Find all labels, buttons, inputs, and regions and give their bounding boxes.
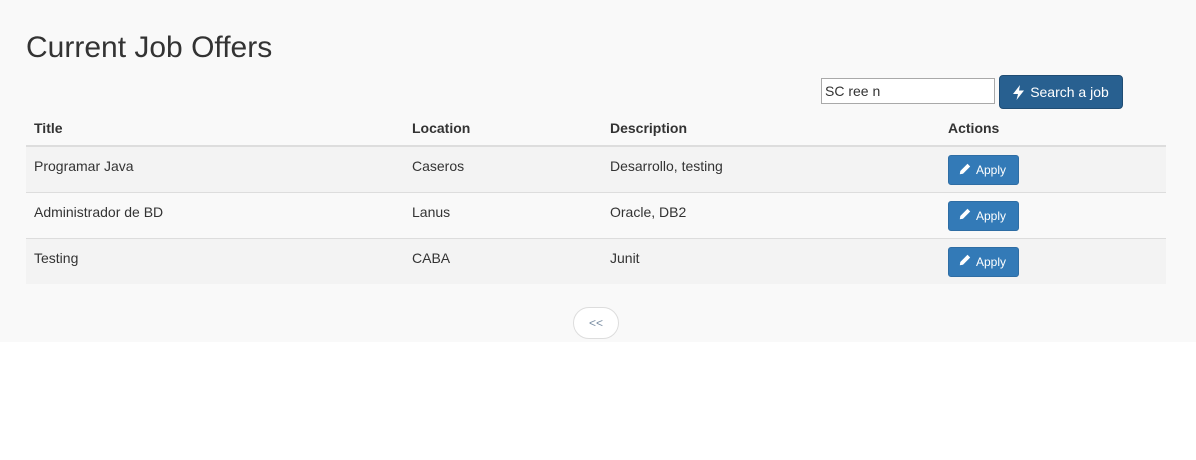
search-input[interactable]	[821, 78, 995, 104]
apply-button[interactable]: Apply	[948, 246, 1019, 277]
job-description-cell: Oracle, DB2	[602, 191, 940, 238]
job-offers-table: Title Location Description Actions Progr…	[26, 111, 1166, 284]
table-row: Administrador de BD Lanus Oracle, DB2 Ap…	[26, 191, 1166, 238]
apply-button-label: Apply	[976, 163, 1007, 177]
search-button-label: Search a job	[1030, 84, 1109, 100]
column-header-description: Description	[602, 111, 940, 147]
pagination-previous-button[interactable]: <<	[573, 307, 619, 339]
job-location-cell: Lanus	[404, 191, 602, 238]
job-actions-cell: Apply	[940, 191, 1166, 238]
job-offers-panel: Current Job Offers Search a job Title Lo…	[0, 0, 1196, 342]
apply-button[interactable]: Apply	[948, 155, 1019, 185]
job-actions-cell: Apply	[940, 145, 1166, 192]
job-title-cell: Testing	[26, 237, 404, 284]
apply-button[interactable]: Apply	[948, 200, 1019, 231]
job-description-cell: Desarrollo, testing	[602, 145, 940, 192]
search-button[interactable]: Search a job	[999, 75, 1123, 109]
pencil-icon	[959, 208, 971, 223]
column-header-title: Title	[26, 111, 404, 147]
apply-button-label: Apply	[976, 208, 1007, 223]
page-title: Current Job Offers	[26, 31, 273, 64]
job-title-cell: Programar Java	[26, 145, 404, 192]
apply-button-label: Apply	[976, 254, 1007, 269]
job-location-cell: CABA	[404, 237, 602, 284]
table-header-row: Title Location Description Actions	[26, 111, 1166, 147]
job-title-cell: Administrador de BD	[26, 191, 404, 238]
column-header-location: Location	[404, 111, 602, 147]
job-location-cell: Caseros	[404, 145, 602, 192]
bolt-icon	[1013, 84, 1025, 100]
job-actions-cell: Apply	[940, 237, 1166, 284]
table-row: Programar Java Caseros Desarrollo, testi…	[26, 145, 1166, 192]
pencil-icon	[959, 163, 971, 178]
column-header-actions: Actions	[940, 111, 1166, 147]
job-description-cell: Junit	[602, 237, 940, 284]
table-row: Testing CABA Junit Apply	[26, 237, 1166, 284]
pencil-icon	[959, 254, 971, 269]
